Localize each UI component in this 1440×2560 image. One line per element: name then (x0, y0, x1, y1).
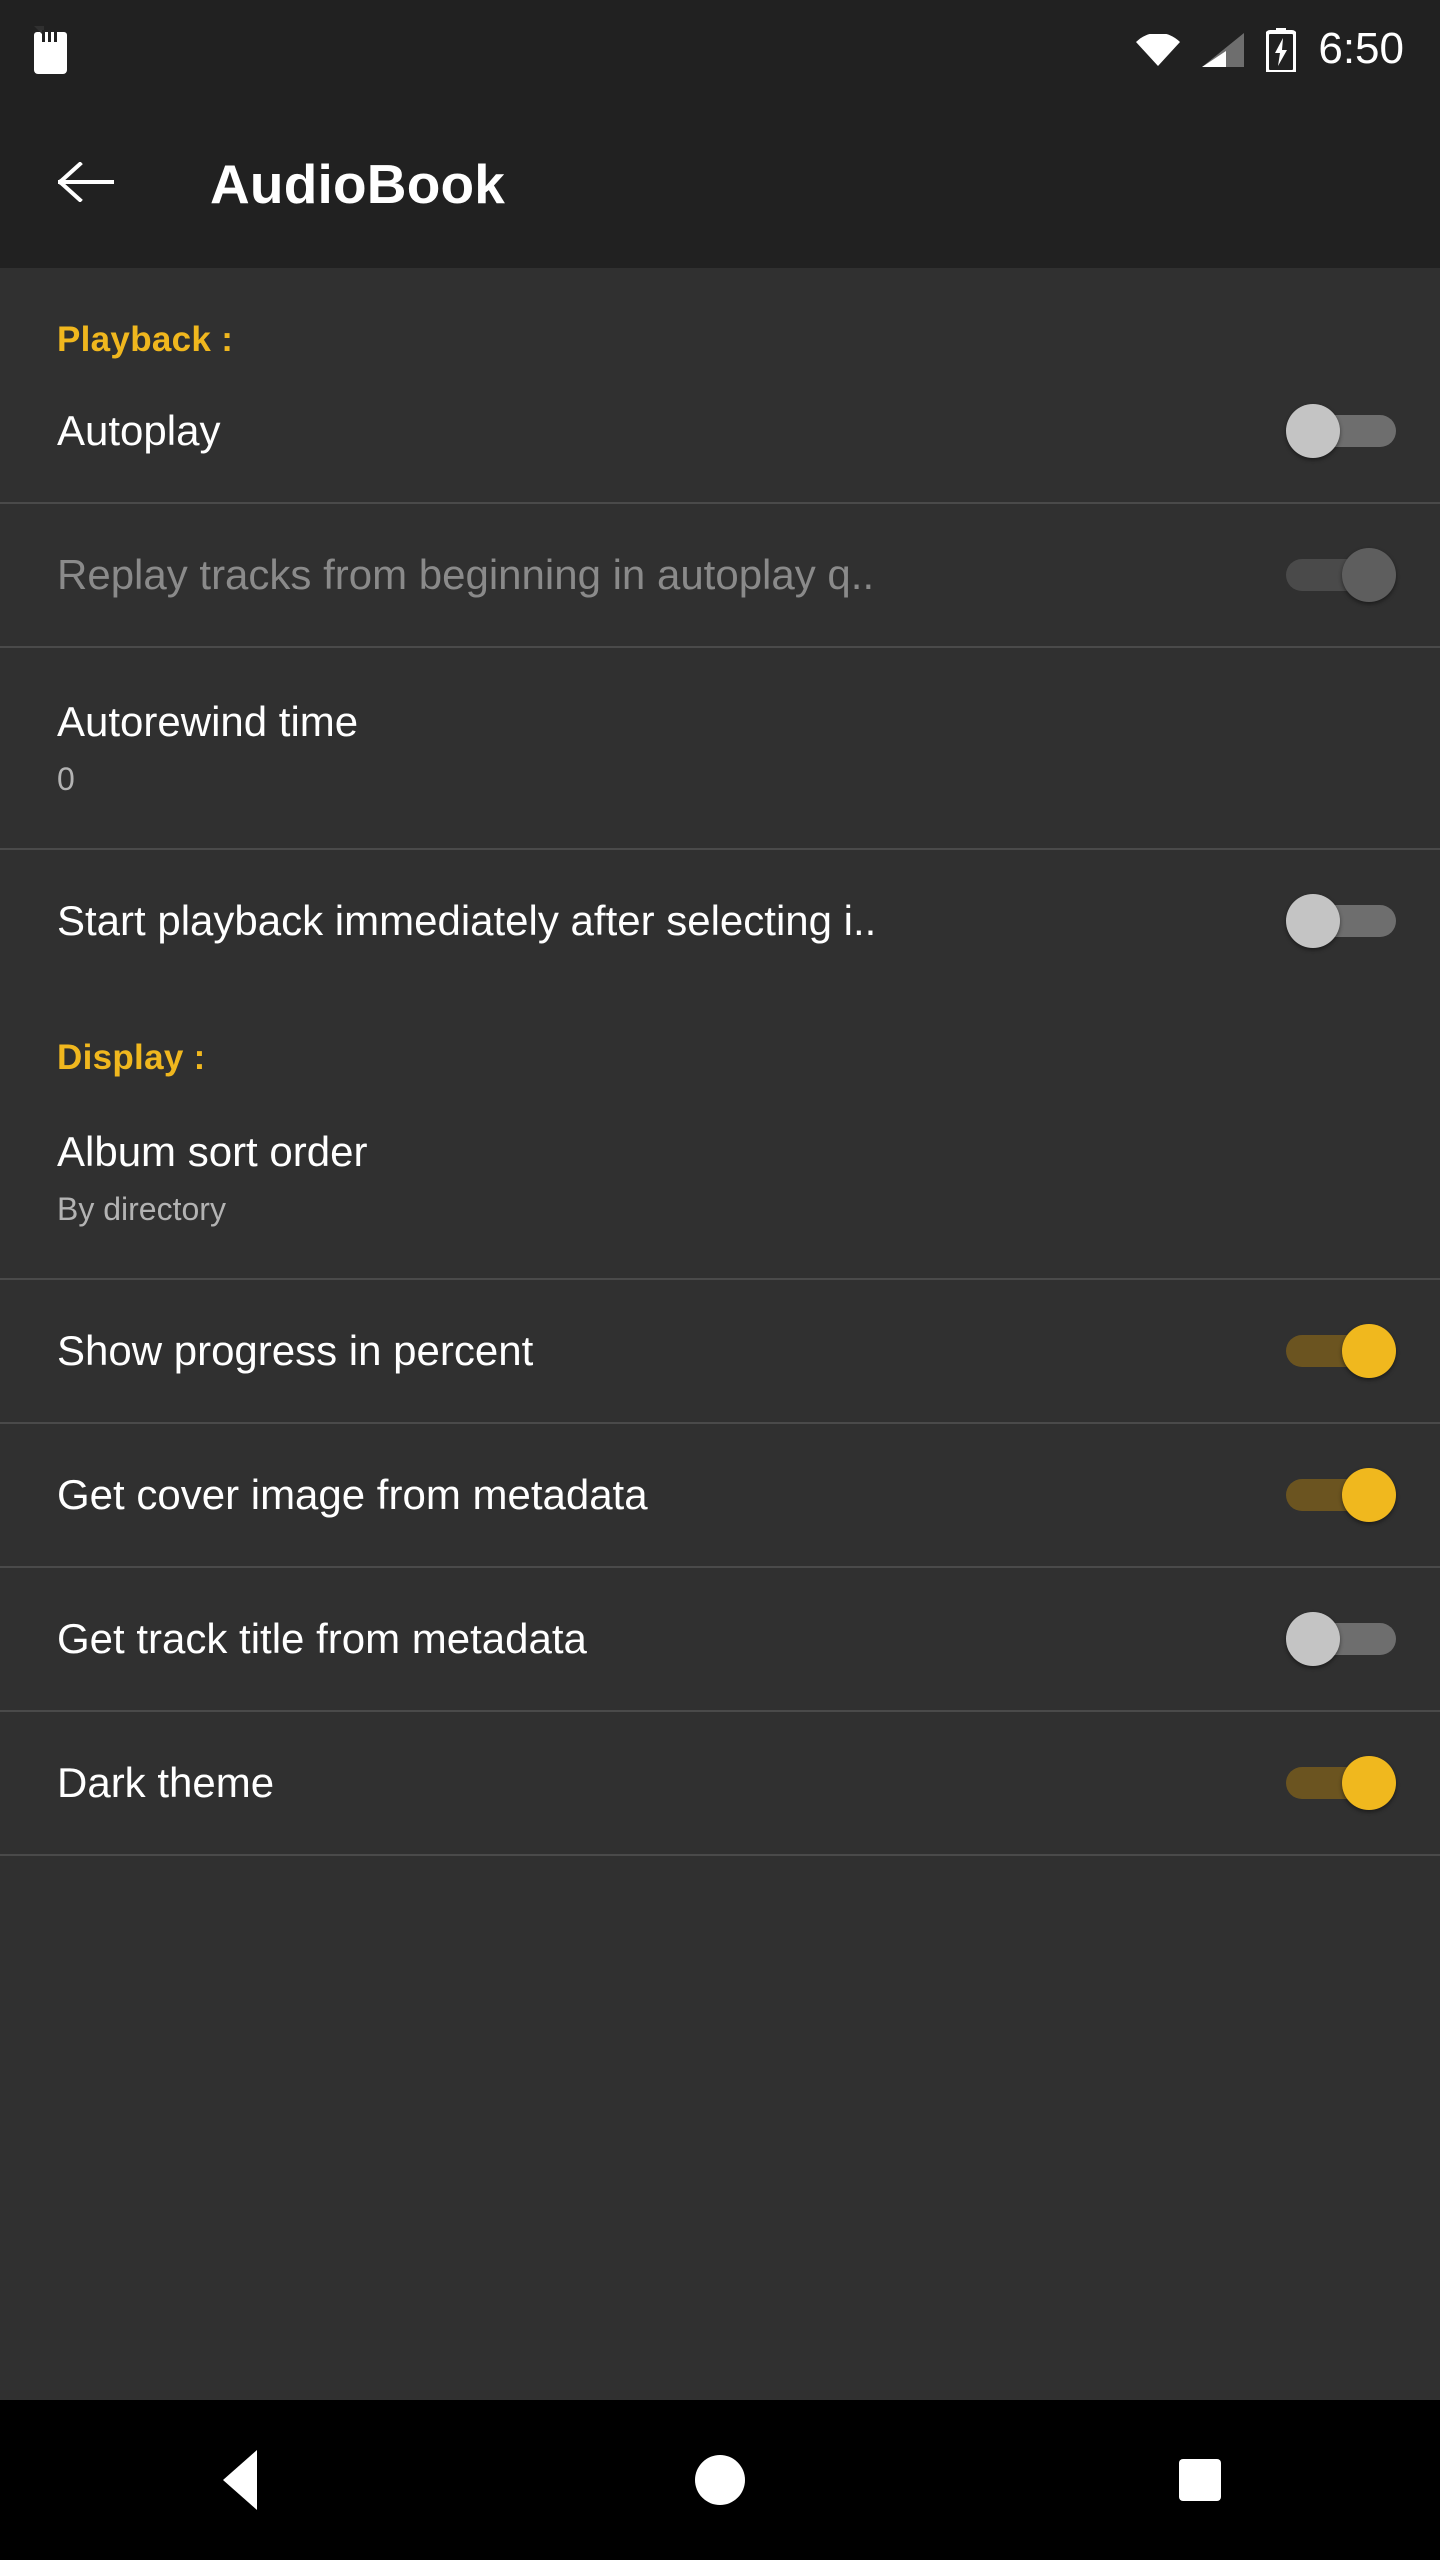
setting-title: Get track title from metadata (57, 1615, 1262, 1663)
nav-back-button[interactable] (160, 2400, 320, 2560)
switch-dark-theme[interactable] (1286, 1756, 1396, 1810)
back-triangle-icon (223, 2450, 257, 2510)
setting-title: Show progress in percent (57, 1327, 1262, 1375)
setting-title: Start playback immediately after selecti… (57, 897, 1262, 945)
switch-replay-tracks (1286, 548, 1396, 602)
settings-list[interactable]: Playback : Autoplay Replay tracks from b… (0, 268, 1440, 2400)
setting-text: Dark theme (57, 1759, 1286, 1807)
setting-text: Autoplay (57, 407, 1286, 455)
setting-text: Start playback immediately after selecti… (57, 897, 1286, 945)
switch-thumb (1342, 1324, 1396, 1378)
switch-autoplay[interactable] (1286, 404, 1396, 458)
setting-row-autoplay[interactable]: Autoplay (0, 360, 1440, 502)
divider (0, 1854, 1440, 1856)
status-bar: 6:50 (0, 0, 1440, 100)
switch-show-progress-in-percent[interactable] (1286, 1324, 1396, 1378)
app-bar: AudioBook (0, 100, 1440, 268)
switch-get-track-title-from-metadata[interactable] (1286, 1612, 1396, 1666)
switch-thumb (1342, 1468, 1396, 1522)
cellular-signal-icon (1202, 33, 1244, 67)
section-header-display: Display : (0, 992, 1440, 1078)
setting-text: Show progress in percent (57, 1327, 1286, 1375)
switch-thumb (1342, 1756, 1396, 1810)
switch-get-cover-image-from-metadata[interactable] (1286, 1468, 1396, 1522)
switch-thumb (1286, 1612, 1340, 1666)
android-navigation-bar (0, 2400, 1440, 2560)
back-button[interactable] (58, 156, 114, 212)
sdcard-icon (34, 26, 67, 74)
setting-row-replay-tracks: Replay tracks from beginning in autoplay… (0, 504, 1440, 646)
setting-title: Dark theme (57, 1759, 1262, 1807)
switch-thumb (1286, 404, 1340, 458)
setting-row-autorewind-time[interactable]: Autorewind time 0 (0, 648, 1440, 848)
recents-square-icon (1179, 2459, 1221, 2501)
setting-text: Get cover image from metadata (57, 1471, 1286, 1519)
setting-text: Autorewind time 0 (57, 698, 1396, 797)
setting-text: Get track title from metadata (57, 1615, 1286, 1663)
setting-row-dark-theme[interactable]: Dark theme (0, 1712, 1440, 1854)
setting-row-get-cover-image-from-metadata[interactable]: Get cover image from metadata (0, 1424, 1440, 1566)
nav-home-button[interactable] (640, 2400, 800, 2560)
setting-row-album-sort-order[interactable]: Album sort order By directory (0, 1078, 1440, 1278)
section-header-playback: Playback : (0, 268, 1440, 360)
switch-thumb (1342, 548, 1396, 602)
setting-title: Get cover image from metadata (57, 1471, 1262, 1519)
home-circle-icon (695, 2455, 745, 2505)
setting-row-start-playback-immediately[interactable]: Start playback immediately after selecti… (0, 850, 1440, 992)
status-bar-right: 6:50 (1136, 27, 1404, 74)
nav-recents-button[interactable] (1120, 2400, 1280, 2560)
switch-start-playback-immediately[interactable] (1286, 894, 1396, 948)
back-arrow-icon (58, 162, 114, 207)
setting-text: Replay tracks from beginning in autoplay… (57, 551, 1286, 599)
setting-text: Album sort order By directory (57, 1128, 1396, 1227)
setting-row-get-track-title-from-metadata[interactable]: Get track title from metadata (0, 1568, 1440, 1710)
setting-title: Album sort order (57, 1128, 1372, 1176)
setting-title: Autorewind time (57, 698, 1372, 746)
wifi-icon (1136, 34, 1180, 66)
switch-thumb (1286, 894, 1340, 948)
setting-title: Autoplay (57, 407, 1262, 455)
setting-summary: 0 (57, 761, 1372, 798)
status-bar-left (34, 26, 67, 74)
page-title: AudioBook (210, 152, 505, 216)
battery-charging-icon (1266, 28, 1296, 72)
setting-summary: By directory (57, 1191, 1372, 1228)
setting-title: Replay tracks from beginning in autoplay… (57, 551, 1262, 599)
status-bar-clock: 6:50 (1318, 27, 1404, 74)
setting-row-show-progress-in-percent[interactable]: Show progress in percent (0, 1280, 1440, 1422)
